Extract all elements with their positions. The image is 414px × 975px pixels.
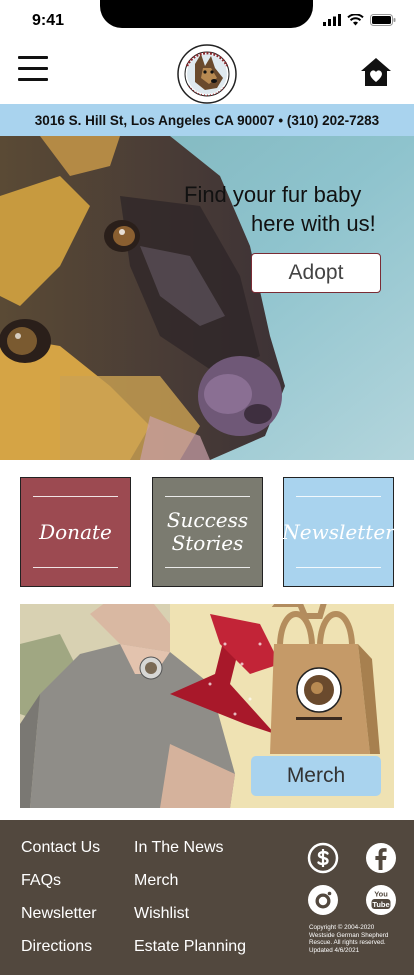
copyright-line: Copyright © 2004-2020 (309, 924, 375, 931)
status-icons (323, 14, 396, 26)
home-heart-icon[interactable] (360, 56, 392, 88)
copyright-text: Copyright © 2004-2020 Westside German Sh… (309, 924, 409, 954)
hero-headline-line2: here with us! (251, 211, 376, 236)
footer-link-merch[interactable]: Merch (134, 872, 178, 890)
facebook-icon[interactable] (365, 842, 397, 874)
merch-banner[interactable]: Merch (20, 604, 394, 808)
merch-button[interactable]: Merch (251, 756, 381, 796)
updated-date: Updated 4/6/2021 (309, 946, 360, 954)
success-stories-tile[interactable]: Success Stories (152, 477, 263, 587)
hero-banner: Find your fur baby here with us! Adopt (0, 136, 414, 460)
svg-text:You: You (374, 890, 388, 899)
footer-link-directions[interactable]: Directions (21, 938, 92, 956)
address-bar: 3016 S. Hill St, Los Angeles CA 90007 • … (0, 104, 414, 136)
newsletter-label: Newsletter (282, 519, 395, 544)
app-header (0, 44, 414, 104)
footer-link-in-the-news[interactable]: In The News (134, 839, 224, 857)
westside-german-shepherd-rescue-logo[interactable] (175, 44, 239, 104)
newsletter-tile[interactable]: Newsletter (282, 477, 395, 587)
footer-link-faqs[interactable]: FAQs (21, 872, 61, 890)
footer-link-estate-planning[interactable]: Estate Planning (134, 938, 246, 956)
signal-icon (323, 14, 341, 26)
hamburger-menu-icon[interactable] (18, 56, 50, 86)
copyright-line: Rescue. All rights reserved. (309, 939, 386, 946)
instagram-icon[interactable] (307, 884, 339, 916)
wifi-icon (347, 14, 364, 26)
status-time: 9:41 (32, 12, 65, 29)
footer-link-contact-us[interactable]: Contact Us (21, 839, 100, 857)
device-notch (100, 0, 313, 28)
donate-label: Donate (39, 519, 112, 544)
dollar-icon[interactable] (307, 842, 339, 874)
footer-link-newsletter[interactable]: Newsletter (21, 905, 97, 923)
hero-headline-line1: Find your fur baby (184, 182, 362, 207)
svg-text:Tube: Tube (372, 900, 389, 909)
youtube-icon[interactable]: You Tube (365, 884, 397, 916)
donate-tile[interactable]: Donate (20, 477, 131, 587)
status-bar: 9:41 (0, 0, 414, 44)
success-stories-label-line2: Stories (171, 531, 244, 555)
footer: Contact Us FAQs Newsletter Directions In… (0, 820, 414, 975)
copyright-line: Westside German Shepherd (309, 931, 389, 939)
battery-icon (370, 14, 396, 26)
success-stories-label-line1: Success (166, 508, 249, 532)
adopt-button[interactable]: Adopt (251, 253, 381, 293)
footer-link-wishlist[interactable]: Wishlist (134, 905, 189, 923)
